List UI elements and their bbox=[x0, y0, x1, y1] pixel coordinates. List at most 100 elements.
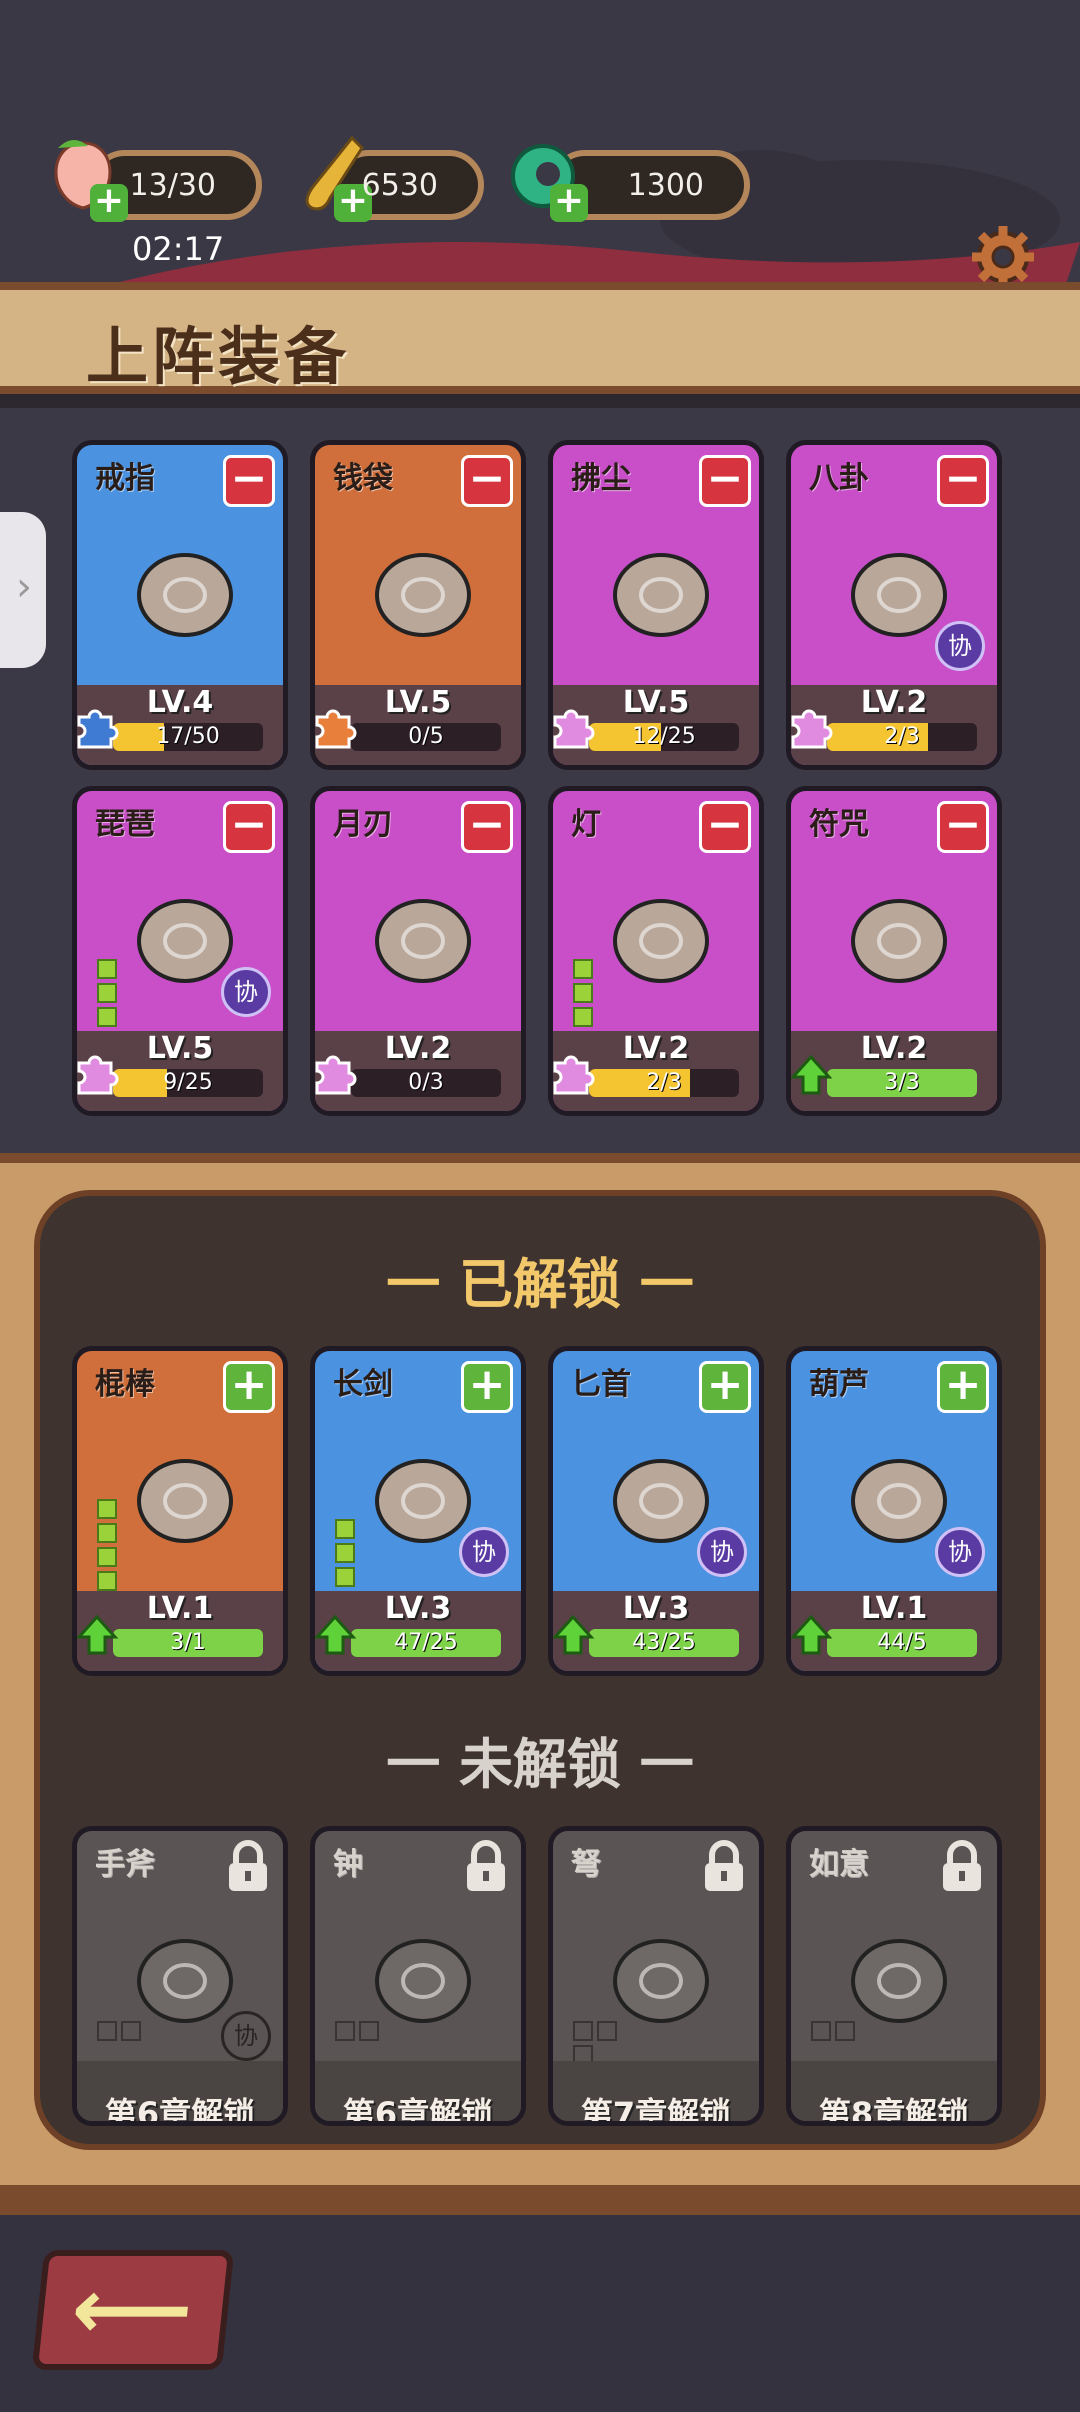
progress-text: 0/5 bbox=[408, 724, 444, 749]
item-card[interactable]: 符咒 − LV.2 3/3 bbox=[786, 786, 1002, 1116]
stamina-counter[interactable]: + 13/30 bbox=[54, 139, 262, 222]
level-dot bbox=[335, 1519, 355, 1539]
item-card[interactable]: 八卦 − 协 LV.2 2/3 bbox=[786, 440, 1002, 770]
unequip-button[interactable]: − bbox=[461, 455, 513, 507]
item-name: 葫芦 bbox=[809, 1367, 869, 1402]
item-card[interactable]: 钱袋 − LV.5 0/5 bbox=[310, 440, 526, 770]
side-drawer-tab[interactable]: › bbox=[0, 512, 46, 668]
item-card[interactable]: 葫芦 + 协 LV.1 44/5 bbox=[786, 1346, 1002, 1676]
level-dot bbox=[97, 959, 117, 979]
progress-bar: 3/3 bbox=[827, 1069, 977, 1097]
level-dot bbox=[835, 2021, 855, 2041]
locked-item-card[interactable]: 弩第7章解锁 bbox=[548, 1826, 764, 2126]
back-button[interactable]: ⟵ bbox=[31, 2250, 235, 2370]
level-dot bbox=[97, 983, 117, 1003]
level-dots bbox=[335, 1519, 375, 1591]
level-dot bbox=[335, 1543, 355, 1563]
item-name: 戒指 bbox=[95, 461, 155, 496]
upgrade-arrow-icon bbox=[77, 1614, 119, 1655]
progress-text: 3/3 bbox=[884, 1070, 920, 1095]
progress-text: 44/5 bbox=[877, 1630, 927, 1655]
upgrade-arrow-icon bbox=[315, 1614, 357, 1655]
progress-bar: 3/1 bbox=[113, 1629, 263, 1657]
level-dots bbox=[335, 2021, 405, 2045]
back-arrow-icon: ⟵ bbox=[66, 2260, 198, 2358]
synergy-badge: 协 bbox=[935, 1527, 985, 1577]
item-name: 琵琶 bbox=[95, 807, 155, 842]
equip-button[interactable]: + bbox=[937, 1361, 989, 1413]
item-name: 钱袋 bbox=[333, 461, 393, 496]
item-name: 月刃 bbox=[333, 807, 393, 842]
unequip-button[interactable]: − bbox=[937, 801, 989, 853]
unequip-button[interactable]: − bbox=[937, 455, 989, 507]
item-card[interactable]: 月刃 − LV.2 0/3 bbox=[310, 786, 526, 1116]
item-card[interactable]: 长剑 + 协 LV.3 47/25 bbox=[310, 1346, 526, 1676]
synergy-badge: 协 bbox=[221, 2011, 271, 2061]
level-dot bbox=[573, 2021, 593, 2041]
stamina-value: 13/30 bbox=[129, 168, 216, 203]
item-card[interactable]: 琵琶 − 协 LV.5 9/25 bbox=[72, 786, 288, 1116]
item-card[interactable]: 棍棒 + LV.1 3/1 bbox=[72, 1346, 288, 1676]
level-dot bbox=[97, 1547, 117, 1567]
upgrade-arrow-icon bbox=[791, 1614, 833, 1655]
item-card[interactable]: 戒指 − LV.4 17/50 bbox=[72, 440, 288, 770]
item-name: 符咒 bbox=[809, 807, 869, 842]
jade-value: 1300 bbox=[627, 168, 704, 203]
puzzle-piece-icon bbox=[553, 709, 595, 749]
unlock-requirement: 第6章解锁 bbox=[104, 2095, 256, 2126]
item-art-icon bbox=[375, 899, 471, 983]
equip-button[interactable]: + bbox=[223, 1361, 275, 1413]
progress-text: 9/25 bbox=[163, 1070, 213, 1095]
locked-item-card[interactable]: 手斧协第6章解锁 bbox=[72, 1826, 288, 2126]
equip-button[interactable]: + bbox=[699, 1361, 751, 1413]
progress-text: 2/3 bbox=[884, 724, 920, 749]
progress-text: 0/3 bbox=[408, 1070, 444, 1095]
item-art-icon bbox=[137, 553, 233, 637]
level-dot bbox=[811, 2021, 831, 2041]
unequip-button[interactable]: − bbox=[223, 455, 275, 507]
level-dots bbox=[573, 959, 613, 1031]
puzzle-piece-icon bbox=[791, 709, 833, 749]
equip-button[interactable]: + bbox=[461, 1361, 513, 1413]
add-jade-button[interactable]: + bbox=[550, 183, 588, 222]
add-stamina-button[interactable]: + bbox=[90, 183, 128, 222]
item-name: 弩 bbox=[571, 1847, 601, 1882]
stamina-timer: 02:17 bbox=[132, 230, 225, 268]
jade-counter[interactable]: + 1300 bbox=[511, 144, 750, 222]
gold-counter[interactable]: + 6530 bbox=[305, 135, 484, 222]
locked-item-card[interactable]: 钟第6章解锁 bbox=[310, 1826, 526, 2126]
unequip-button[interactable]: − bbox=[699, 455, 751, 507]
level-dot bbox=[359, 2021, 379, 2041]
locked-section-title: 一 未解锁 一 bbox=[386, 1733, 694, 1796]
level-dots bbox=[811, 2021, 881, 2045]
upgrade-arrow-icon bbox=[791, 1054, 833, 1095]
level-dot bbox=[335, 2021, 355, 2041]
level-dots bbox=[97, 959, 137, 1031]
unequip-button[interactable]: − bbox=[699, 801, 751, 853]
item-name: 长剑 bbox=[333, 1367, 393, 1402]
header-banner: 上阵装备 bbox=[0, 282, 1080, 394]
item-name: 棍棒 bbox=[95, 1367, 155, 1402]
settings-gear-icon[interactable] bbox=[970, 224, 1036, 290]
level-dot bbox=[97, 1499, 117, 1519]
item-name: 灯 bbox=[571, 807, 601, 842]
locked-item-card[interactable]: 如意 第8章解锁 bbox=[786, 1826, 1002, 2126]
unequip-button[interactable]: − bbox=[223, 801, 275, 853]
item-card[interactable]: 拂尘 − LV.5 12/25 bbox=[548, 440, 764, 770]
unlocked-section-title: 一 已解锁 一 bbox=[386, 1253, 694, 1316]
progress-text: 3/1 bbox=[170, 1630, 206, 1655]
item-art-icon bbox=[851, 899, 947, 983]
progress-bar: 17/50 bbox=[113, 723, 263, 751]
item-card[interactable]: 灯 − LV.2 2/3 bbox=[548, 786, 764, 1116]
lock-icon bbox=[229, 1840, 267, 1891]
lock-icon bbox=[705, 1840, 743, 1891]
unlock-requirement: 第7章解锁 bbox=[580, 2095, 732, 2126]
item-art-icon bbox=[375, 553, 471, 637]
item-card[interactable]: 匕首 + 协 LV.3 43/25 bbox=[548, 1346, 764, 1676]
lock-icon bbox=[467, 1840, 505, 1891]
level-dot bbox=[573, 983, 593, 1003]
unequip-button[interactable]: − bbox=[461, 801, 513, 853]
item-name: 如意 bbox=[809, 1847, 869, 1882]
synergy-badge: 协 bbox=[221, 967, 271, 1017]
upgrade-arrow-icon bbox=[553, 1614, 595, 1655]
